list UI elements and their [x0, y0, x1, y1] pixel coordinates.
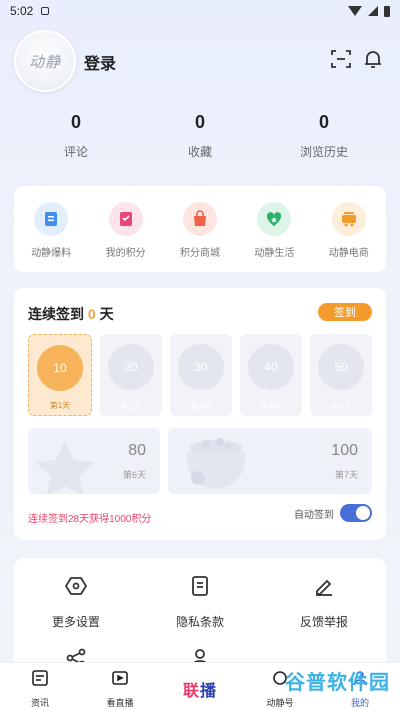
bell-icon[interactable] — [360, 46, 386, 72]
checkin-days: 0 — [87, 306, 96, 322]
privacy-item[interactable]: 隐私条款 — [138, 574, 262, 630]
feedback-item[interactable]: 反馈举报 — [262, 574, 386, 630]
profile-header: 动静 登录 — [14, 30, 386, 92]
checkin-days-row: 10 第1天 20 第2天 30 第3天 40 第4天 50 第5天 — [28, 334, 372, 416]
checkin-button[interactable]: 签到 — [318, 303, 372, 321]
checkin-card: 连续签到 0 天 签到 10 第1天 20 第2天 30 第3天 40 第4天 … — [14, 288, 386, 540]
pen-icon — [316, 579, 332, 596]
stat-label: 浏览历史 — [299, 145, 348, 159]
stats-row: 0 评论 0 收藏 0 浏览历史 — [14, 112, 386, 168]
battery-icon — [384, 5, 390, 17]
settings-hex-icon — [64, 577, 88, 595]
stat-value: 0 — [194, 112, 205, 132]
checkin-title: 连续签到 0 天 — [28, 306, 114, 322]
checkin-day-3: 30 第3天 — [170, 334, 232, 416]
settings-label: 反馈举报 — [299, 615, 348, 629]
stat-label: 收藏 — [187, 145, 212, 159]
checkin-day-7: 100 第7天 — [168, 428, 372, 494]
document-icon — [192, 576, 208, 596]
day-label: 第3天 — [190, 402, 212, 411]
stat-history[interactable]: 0 浏览历史 — [262, 112, 386, 168]
checkin-bonus-row: 80 第6天 100 第7天 — [28, 428, 372, 494]
tab-label: 动静号 — [266, 698, 294, 708]
tab-label: 资讯 — [30, 698, 49, 708]
note-icon — [34, 202, 69, 236]
avatar[interactable]: 动静 — [14, 30, 76, 92]
day-points: 80 — [128, 442, 146, 459]
tab-live[interactable]: 看直播 — [80, 663, 160, 710]
day-points: 40 — [248, 344, 294, 390]
stat-value: 0 — [318, 112, 329, 132]
auto-checkin-toggle[interactable] — [340, 504, 372, 522]
cart-icon — [331, 202, 366, 236]
settings-label: 隐私条款 — [175, 615, 224, 629]
checkin-day-6: 80 第6天 — [28, 428, 160, 494]
day-points: 20 — [108, 344, 154, 390]
lianbo-logo: 联播 — [182, 683, 218, 700]
feature-points[interactable]: 我的积分 — [94, 202, 158, 272]
tab-label: 我的 — [350, 698, 369, 708]
signal-icon — [368, 6, 378, 16]
stat-comments[interactable]: 0 评论 — [14, 112, 138, 168]
tab-label: 看直播 — [106, 698, 134, 708]
news-icon — [32, 670, 48, 686]
tab-news[interactable]: 资讯 — [0, 663, 80, 710]
notification-icon — [41, 7, 50, 15]
day-label: 第5天 — [330, 402, 352, 411]
checkin-day-2: 20 第2天 — [100, 334, 162, 416]
day-label: 第2天 — [120, 402, 142, 411]
auto-checkin: 自动签到 — [294, 504, 372, 522]
scan-icon[interactable] — [328, 46, 354, 72]
checkin-reward-note: 连续签到28天获得1000积分 — [28, 514, 152, 525]
points-icon — [108, 202, 143, 236]
feature-label: 积分商城 — [179, 248, 220, 259]
feature-label: 动静电商 — [328, 248, 369, 259]
tab-lianbo[interactable]: 联播 — [160, 663, 240, 710]
feature-grid: 动静爆料 我的积分 积分商城 动静生活 动静电商 — [14, 186, 386, 272]
watermark: 谷普软件园 — [285, 672, 390, 694]
feature-baoliao[interactable]: 动静爆料 — [19, 202, 83, 272]
feature-life[interactable]: 动静生活 — [242, 202, 306, 272]
day-points: 30 — [178, 344, 224, 390]
feature-ecommerce[interactable]: 动静电商 — [317, 202, 381, 272]
stat-value: 0 — [70, 112, 81, 132]
more-settings-item[interactable]: 更多设置 — [14, 574, 138, 630]
status-time: 5:02 — [10, 4, 34, 18]
day-points: 100 — [331, 442, 358, 459]
stat-favorites[interactable]: 0 收藏 — [138, 112, 262, 168]
star-icon — [35, 440, 95, 494]
wifi-icon — [348, 6, 362, 16]
day-label: 第7天 — [334, 470, 358, 480]
status-bar: 5:02 — [0, 0, 400, 22]
day-label: 第4天 — [260, 402, 282, 411]
tv-icon — [112, 671, 128, 685]
treasure-pot-icon — [187, 438, 245, 488]
settings-label: 更多设置 — [51, 615, 100, 629]
day-points: 50 — [318, 344, 364, 390]
login-link[interactable]: 登录 — [84, 50, 116, 74]
auto-checkin-label: 自动签到 — [294, 509, 334, 521]
feature-mall[interactable]: 积分商城 — [168, 202, 232, 272]
checkin-day-5: 50 第5天 — [310, 334, 372, 416]
day-label: 第6天 — [122, 470, 146, 480]
feature-label: 我的积分 — [105, 248, 146, 259]
checkin-day-4: 40 第4天 — [240, 334, 302, 416]
feature-label: 动静爆料 — [31, 248, 72, 259]
stat-label: 评论 — [63, 145, 88, 159]
checkin-day-1[interactable]: 10 第1天 — [28, 334, 92, 416]
settings-row: 更多设置 隐私条款 反馈举报 — [14, 574, 386, 630]
feature-label: 动静生活 — [254, 248, 295, 259]
heart-star-icon — [257, 202, 292, 236]
day-label: 第1天 — [49, 401, 71, 410]
shopping-bag-icon — [182, 202, 217, 236]
day-points: 10 — [37, 345, 83, 391]
